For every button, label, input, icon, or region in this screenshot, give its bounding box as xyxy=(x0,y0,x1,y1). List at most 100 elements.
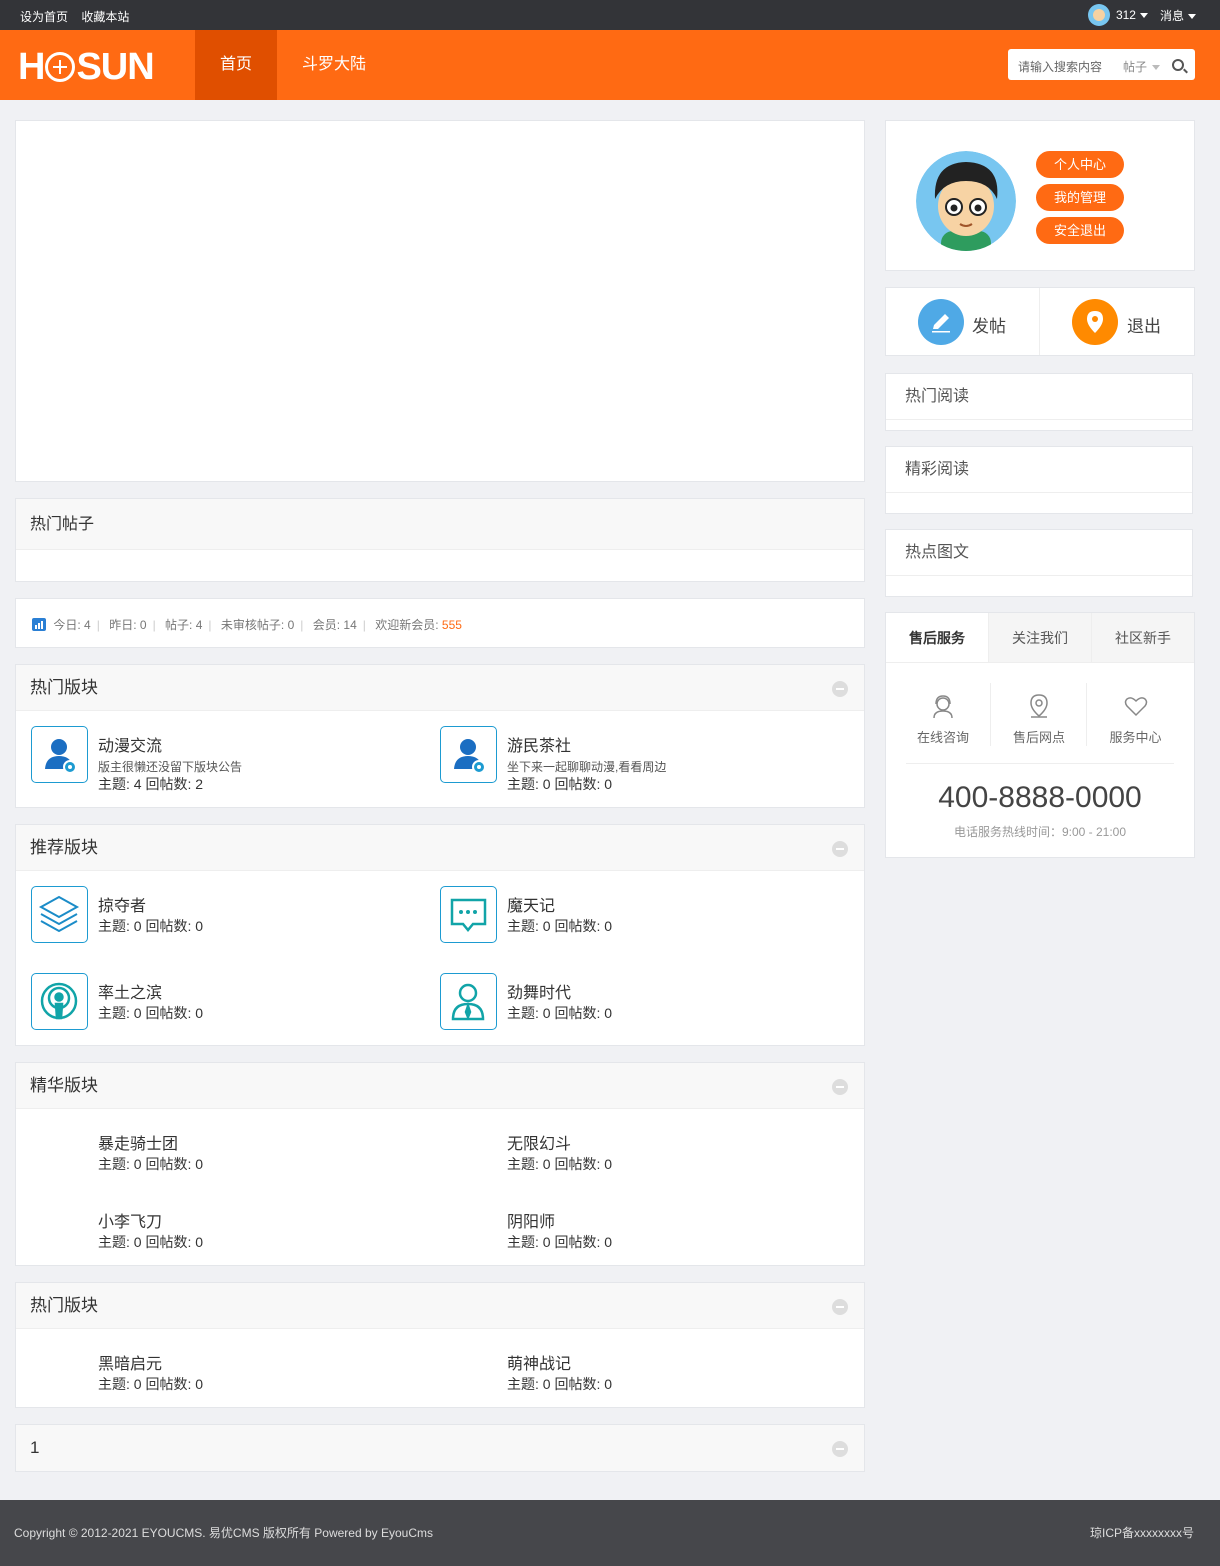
forum-item[interactable]: 掠夺者 主题: 0 回帖数: 0 xyxy=(31,886,431,946)
forum-name[interactable]: 魔天记 xyxy=(507,892,555,916)
forum-stat: 主题: 0 回帖数: 0 xyxy=(507,1156,613,1172)
forum-item[interactable]: 劲舞时代 主题: 0 回帖数: 0 xyxy=(440,973,840,1033)
chevron-down-icon xyxy=(1188,13,1196,19)
forum-name[interactable]: 小李飞刀 xyxy=(98,1208,162,1232)
my-management-button[interactable]: 我的管理 xyxy=(1036,184,1124,211)
nav-home[interactable]: 首页 xyxy=(195,30,278,100)
forum-item[interactable]: 黑暗启元 主题: 0 回帖数: 0 xyxy=(31,1344,431,1404)
forum-name[interactable]: 萌神战记 xyxy=(507,1350,571,1374)
service-tabs: 售后服务 关注我们 社区新手 xyxy=(886,613,1194,663)
search-input[interactable]: 请输入搜索内容 xyxy=(1018,58,1102,75)
forum-name[interactable]: 率土之滨 xyxy=(98,979,162,1003)
section-title: 1 xyxy=(30,1438,40,1457)
forum-desc: 坐下来一起聊聊动漫,看看周边 xyxy=(507,760,667,774)
top-bar: 设为首页 收藏本站 312 消息 xyxy=(0,0,1220,30)
forum-stat: 主题: 0 回帖数: 0 xyxy=(98,918,204,934)
logo[interactable]: H SUN xyxy=(18,48,155,86)
set-homepage-link[interactable]: 设为首页 xyxy=(20,10,68,24)
search-type-select[interactable]: 帖子 xyxy=(1123,58,1161,75)
user-tie-icon[interactable] xyxy=(440,973,497,1030)
user-center-button[interactable]: 个人中心 xyxy=(1036,151,1124,178)
user-count[interactable]: 312 xyxy=(1116,8,1148,22)
forum-stat: 主题: 0 回帖数: 0 xyxy=(98,1156,204,1172)
collapse-icon[interactable] xyxy=(832,1299,848,1315)
bookmark-link[interactable]: 收藏本站 xyxy=(81,10,129,24)
forum-section-featured: 精华版块 暴走骑士团 主题: 0 回帖数: 0 无限幻斗 主题: 0 回帖数: … xyxy=(15,1062,865,1266)
tab-newbie[interactable]: 社区新手 xyxy=(1091,613,1194,662)
user-settings-icon[interactable] xyxy=(440,726,497,783)
user-settings-icon[interactable] xyxy=(31,726,88,783)
map-pin-icon xyxy=(1030,694,1048,718)
section-title: 精华版块 xyxy=(30,1076,98,1095)
forum-section-hot: 热门版块 动漫交流 版主很懒还没留下版块公告 主题: 4 回帖数: 2 游民茶社… xyxy=(15,664,865,808)
featured-reading-panel: 精彩阅读 xyxy=(885,446,1193,514)
stat-unreviewed: 未审核帖子: 0 xyxy=(220,618,295,632)
footer: Copyright © 2012-2021 EYOUCMS. 易优CMS 版权所… xyxy=(0,1500,1220,1566)
nav-douluo[interactable]: 斗罗大陆 xyxy=(277,30,391,100)
collapse-icon[interactable] xyxy=(832,1441,848,1457)
logout-button[interactable]: 安全退出 xyxy=(1036,217,1124,244)
banner-area xyxy=(15,120,865,482)
heart-icon xyxy=(1124,697,1147,717)
action-card: 发帖 退出 xyxy=(885,287,1195,356)
hot-reading-panel: 热门阅读 xyxy=(885,373,1193,431)
stat-yesterday: 昨日: 0 xyxy=(109,618,147,632)
tab-follow-us[interactable]: 关注我们 xyxy=(988,613,1091,662)
chat-bubble-icon[interactable] xyxy=(440,886,497,943)
broadcast-icon[interactable] xyxy=(31,973,88,1030)
stat-today: 今日: 4 xyxy=(53,618,91,632)
search-box: 请输入搜索内容 帖子 xyxy=(1008,49,1195,80)
forum-name[interactable]: 无限幻斗 xyxy=(507,1130,571,1154)
service-panel: 售后服务 关注我们 社区新手 在线咨询 售后网点 服务中心 400-8888-0… xyxy=(885,612,1195,858)
forum-stat: 主题: 0 回帖数: 0 xyxy=(507,1005,613,1021)
forum-name[interactable]: 暴走骑士团 xyxy=(98,1130,178,1154)
forum-name[interactable]: 劲舞时代 xyxy=(507,979,571,1003)
collapse-icon[interactable] xyxy=(832,681,848,697)
service-online[interactable]: 在线咨询 xyxy=(896,683,991,746)
forum-name[interactable]: 阴阳师 xyxy=(507,1208,555,1232)
forum-desc: 版主很懒还没留下版块公告 xyxy=(98,760,243,774)
messages-menu[interactable]: 消息 xyxy=(1160,7,1196,24)
divider xyxy=(906,763,1174,764)
user-avatar-icon[interactable] xyxy=(1087,4,1110,26)
forum-item[interactable]: 率土之滨 主题: 0 回帖数: 0 xyxy=(31,973,431,1033)
hot-posts-panel: 热门帖子 xyxy=(15,498,865,582)
forum-stat: 主题: 0 回帖数: 0 xyxy=(507,1234,613,1250)
forum-item[interactable]: 小李飞刀 主题: 0 回帖数: 0 xyxy=(31,1202,431,1262)
forum-item[interactable]: 动漫交流 版主很懒还没留下版块公告 主题: 4 回帖数: 2 xyxy=(31,726,431,796)
forum-item[interactable]: 暴走骑士团 主题: 0 回帖数: 0 xyxy=(31,1124,431,1184)
forum-item[interactable]: 游民茶社 坐下来一起聊聊动漫,看看周边 主题: 0 回帖数: 0 xyxy=(440,726,840,796)
forum-name[interactable]: 动漫交流 xyxy=(98,732,162,756)
search-icon[interactable] xyxy=(1172,59,1184,71)
service-outlets[interactable]: 售后网点 xyxy=(992,683,1087,746)
forum-stat: 主题: 0 回帖数: 0 xyxy=(98,1234,204,1250)
icp-link[interactable]: 琼ICP备xxxxxxxx号 xyxy=(1090,1524,1194,1541)
service-center[interactable]: 服务中心 xyxy=(1088,683,1183,746)
user-card: 个人中心 我的管理 安全退出 xyxy=(885,120,1195,271)
forum-name[interactable]: 掠夺者 xyxy=(98,892,146,916)
post-button[interactable]: 发帖 xyxy=(886,288,1040,355)
forum-name[interactable]: 游民茶社 xyxy=(507,732,571,756)
collapse-icon[interactable] xyxy=(832,1079,848,1095)
tab-after-sales[interactable]: 售后服务 xyxy=(886,613,988,662)
forum-item[interactable]: 萌神战记 主题: 0 回帖数: 0 xyxy=(440,1344,840,1404)
layers-icon[interactable] xyxy=(31,886,88,943)
forum-item[interactable]: 魔天记 主题: 0 回帖数: 0 xyxy=(440,886,840,946)
forum-item[interactable]: 阴阳师 主题: 0 回帖数: 0 xyxy=(440,1202,840,1262)
chevron-down-icon xyxy=(1152,65,1161,71)
collapse-icon[interactable] xyxy=(832,841,848,857)
exit-button[interactable]: 退出 xyxy=(1041,288,1195,355)
forum-name[interactable]: 黑暗启元 xyxy=(98,1350,162,1374)
service-hours: 电话服务热线时间：9:00 - 21:00 xyxy=(953,825,1127,839)
forum-item[interactable]: 无限幻斗 主题: 0 回帖数: 0 xyxy=(440,1124,840,1184)
section-title: 热门版块 xyxy=(30,1296,98,1315)
hot-images-panel: 热点图文 xyxy=(885,529,1193,597)
pencil-icon xyxy=(918,299,964,345)
user-avatar[interactable] xyxy=(916,151,1016,251)
forum-stat: 主题: 0 回帖数: 0 xyxy=(98,1005,204,1021)
panel-title: 热点图文 xyxy=(886,530,1192,576)
logo-plus-icon xyxy=(45,52,76,82)
main-nav: 首页 斗罗大陆 xyxy=(195,30,391,100)
forum-stat: 主题: 0 回帖数: 0 xyxy=(507,1376,613,1392)
panel-title: 热门帖子 xyxy=(16,499,864,550)
